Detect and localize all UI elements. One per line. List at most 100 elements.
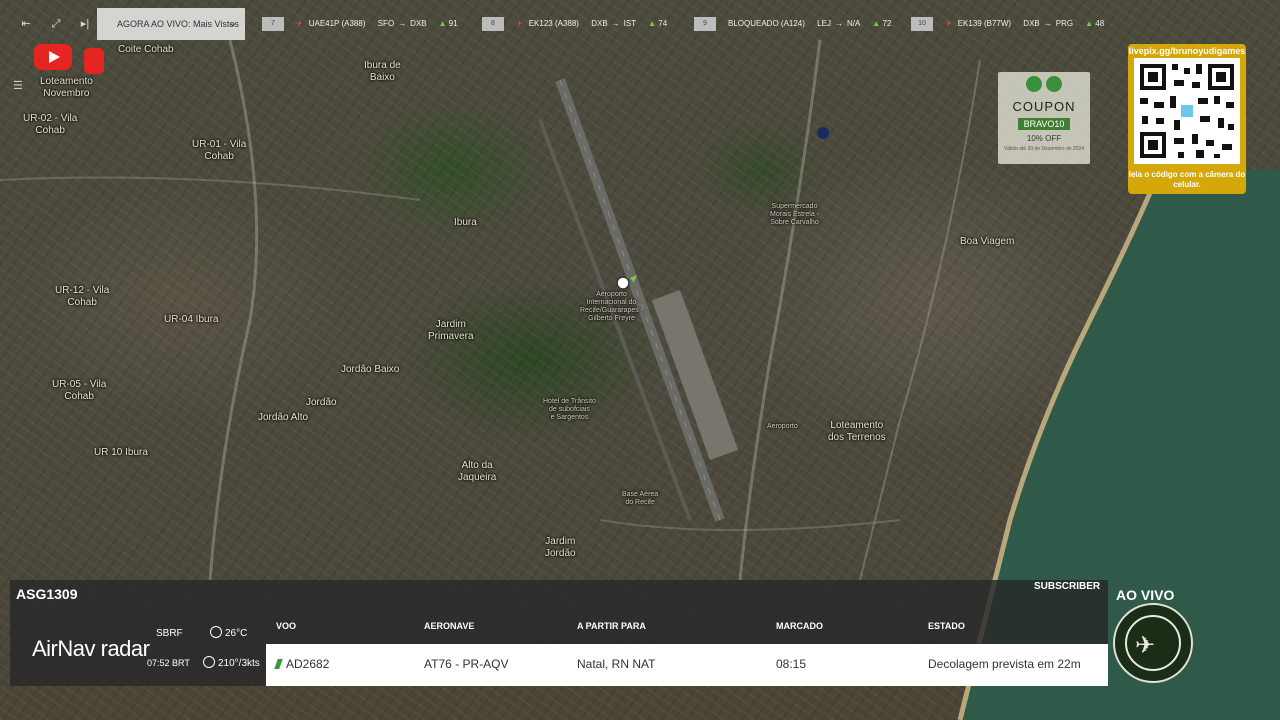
map-label: Boa Viagem <box>960 236 1015 247</box>
ticker-item[interactable]: 8 ✈ EK123 (A388) DXB → IST ▲ 74 <box>482 8 667 40</box>
map-label: Base Aérea do Recife <box>622 491 659 506</box>
ticker-title: UAE41P (A388) <box>308 19 366 28</box>
map-label: UR-01 - Vila Cohab <box>192 139 247 162</box>
list-icon[interactable]: ☰ <box>13 80 29 92</box>
ticker-to: PRG <box>1055 19 1074 28</box>
airport-code: SBRF <box>156 628 183 639</box>
skip-next-icon[interactable]: ▸| <box>77 17 93 31</box>
wind: 210°/3kts <box>203 656 260 669</box>
table-row[interactable]: AD2682 AT76 - PR-AQV Natal, RN NAT 08:15… <box>266 644 1108 686</box>
brand-logo: AirNav radar <box>32 636 150 661</box>
map-label: Jardim Primavera <box>428 319 474 342</box>
ticker-signal: 74 <box>658 19 668 28</box>
map-label: UR 10 Ibura <box>94 447 148 458</box>
coupon-code: BRAVO10 <box>1017 118 1071 130</box>
map-label: Ibura de Baixo <box>364 60 401 83</box>
plane-icon: ✈ <box>945 19 952 28</box>
subscriber-label: SUBSCRIBER <box>1034 581 1101 592</box>
channel-badge: ✈ <box>1113 603 1193 683</box>
map-label: UR-02 - Vila Cohab <box>23 113 78 136</box>
coupon-card[interactable]: COUPON BRAVO10 10% OFF Válido até 30 de … <box>998 72 1090 164</box>
col-header-scheduled: MARCADO <box>776 621 823 631</box>
coupon-word: COUPON <box>1012 99 1076 114</box>
chevron-down-icon: ⌄ <box>228 18 237 29</box>
qr-logo <box>1181 105 1193 117</box>
aircraft-marker <box>616 276 630 290</box>
live-label: AO VIVO <box>1116 587 1175 603</box>
signal-icon: ▲ <box>438 19 447 28</box>
map-label: Jordão Baixo <box>341 364 400 375</box>
callsign: ASG1309 <box>16 586 78 602</box>
plane-icon: ✈ <box>296 19 303 28</box>
ticker-from: DXB <box>1023 19 1040 28</box>
poi-marker <box>817 127 829 139</box>
cell-flight: AD2682 <box>274 657 330 671</box>
map-label: Jordão <box>306 397 337 408</box>
qr-code <box>1134 58 1240 164</box>
ticker-rank: 9 <box>694 16 716 31</box>
col-header-flight: VOO <box>276 621 297 631</box>
map-label: Aeroporto Internacional do Recife/Guararap… <box>580 291 644 322</box>
cell-scheduled: 08:15 <box>776 657 807 671</box>
now-live-dropdown[interactable]: AGORA AO VIVO: Mais Vistos ⌄ <box>97 8 245 40</box>
map-label: Coite Cohab <box>118 44 174 55</box>
cell-route: Natal, RN NAT <box>577 657 656 671</box>
local-time: 07:52 BRT <box>147 658 190 668</box>
expand-icon[interactable]: ⤢ <box>48 17 64 31</box>
arrow-right-icon: → <box>611 19 620 28</box>
signal-icon: ▲ <box>1085 19 1094 28</box>
ticker-title: EK139 (B77W) <box>957 19 1012 28</box>
map-label: Aeroporto <box>767 423 798 430</box>
ticker-item[interactable]: 10 ✈ EK139 (B77W) DXB → PRG ▲ 48 <box>911 8 1104 40</box>
signal-icon: ▲ <box>648 19 657 28</box>
arrow-right-icon: → <box>1043 19 1052 28</box>
ticker-signal: 72 <box>882 19 892 28</box>
now-live-label: AGORA AO VIVO: Mais Vistos <box>117 19 239 29</box>
col-header-route: A PARTIR PARA <box>577 621 646 631</box>
road-northwest <box>0 176 421 201</box>
compass-icon <box>203 656 215 668</box>
cloud-icon <box>210 626 222 638</box>
collapse-left-icon[interactable]: ⇤ <box>18 17 34 31</box>
map-label: Loteamento Novembro <box>40 76 93 99</box>
map-label: Supermercado Morais Estrela - Sobre Carval… <box>770 203 820 226</box>
map-label: Jordão Alto <box>258 412 309 423</box>
wind-value: 210°/3kts <box>218 658 260 669</box>
arrow-right-icon: → <box>398 19 407 28</box>
youtube-badge[interactable] <box>84 48 104 74</box>
map-label: UR-12 - Vila Cohab <box>55 285 110 308</box>
road-south <box>599 519 901 531</box>
ticker-signal: 91 <box>448 19 458 28</box>
coupon-sub: 10% OFF <box>1026 134 1062 143</box>
qr-caption: leia o código com a câmera do celular. <box>1128 170 1246 189</box>
ticker-rank: 10 <box>911 16 933 31</box>
plane-icon: ✈ <box>516 19 523 28</box>
col-header-status: ESTADO <box>928 621 965 631</box>
airline-icon <box>274 659 283 669</box>
map-label: Loteamento dos Terrenos <box>828 420 886 443</box>
qr-url: livepix.gg/brunoyudigames <box>1128 46 1246 56</box>
plane-icon: ✈ <box>1135 632 1156 659</box>
signal-icon: ▲ <box>872 19 881 28</box>
cell-aircraft: AT76 - PR-AQV <box>424 657 509 671</box>
map-label: UR-04 Ibura <box>164 314 219 325</box>
ticker-title: EK123 (A388) <box>528 19 579 28</box>
flight-number: AD2682 <box>286 657 330 671</box>
ticker-item[interactable]: 7 ✈ UAE41P (A388) SFO → DXB ▲ 91 <box>262 8 458 40</box>
col-header-aircraft: AERONAVE <box>424 621 475 631</box>
seal-icon <box>1026 76 1042 92</box>
cell-status: Decolagem prevista em 22m <box>928 657 1081 671</box>
youtube-icon[interactable] <box>34 44 72 70</box>
ticker-title: BLOQUEADO (A124) <box>728 19 805 28</box>
arrow-right-icon: → <box>834 19 843 28</box>
ticker-to: N/A <box>846 19 861 28</box>
ticker-item[interactable]: 9 BLOQUEADO (A124) LEJ → N/A ▲ 72 <box>694 8 891 40</box>
flight-info-panel: ASG1309 AirNav radar SBRF 07:52 BRT 26°C… <box>10 580 1108 686</box>
qr-panel[interactable]: livepix.gg/brunoyudigames leia o código … <box>1128 44 1246 194</box>
map-label: Ibura <box>454 217 477 228</box>
ticker-from: LEJ <box>817 19 831 28</box>
ticker-from: SFO <box>377 19 395 28</box>
avenue <box>859 59 981 581</box>
ticker-from: DXB <box>591 19 608 28</box>
map-label: Jardim Jordão <box>545 536 576 559</box>
